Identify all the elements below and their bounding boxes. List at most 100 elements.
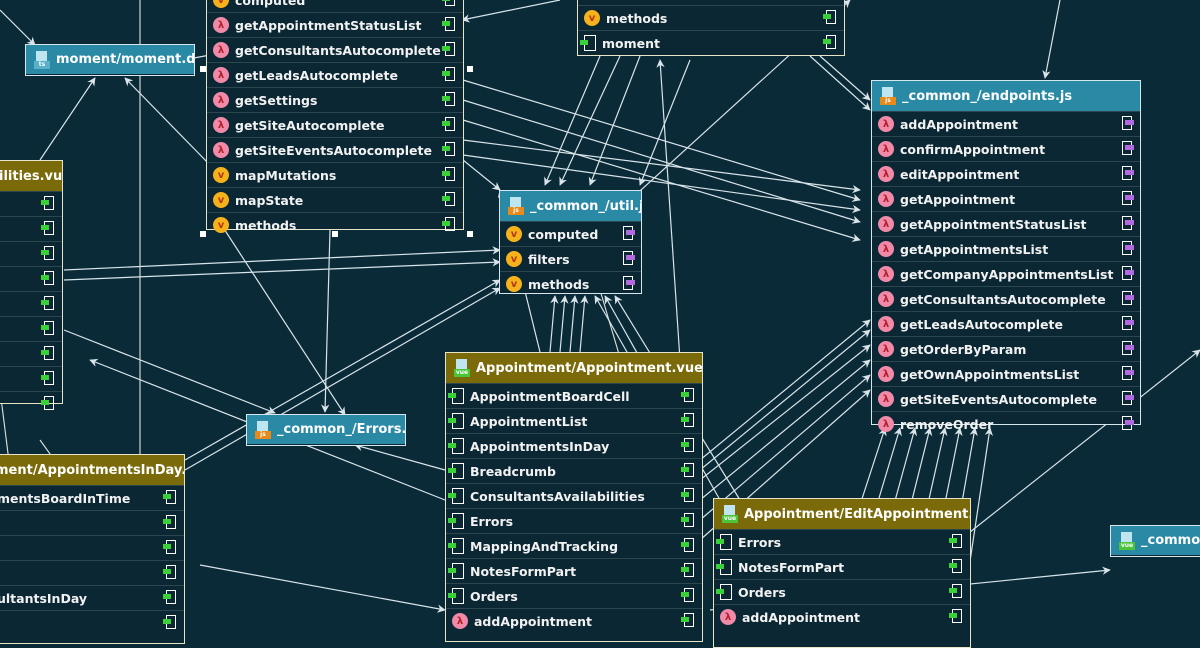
member-row[interactable]: moment	[578, 30, 844, 55]
export-icon[interactable]	[1122, 141, 1134, 155]
export-icon[interactable]	[1122, 191, 1134, 205]
member-row[interactable]	[0, 366, 62, 391]
member-row[interactable]: λ getAppointmentStatusList	[872, 211, 1140, 236]
member-row[interactable]: AppointmentBoardCell	[446, 383, 702, 408]
import-port-icon[interactable]	[681, 488, 694, 502]
member-row[interactable]: v methods	[500, 271, 641, 296]
import-port-icon[interactable]	[41, 296, 54, 310]
import-port-icon[interactable]	[41, 371, 54, 385]
import-port-icon[interactable]	[442, 42, 455, 56]
edit-appointment-node[interactable]: vue Appointment/EditAppointment.vue Erro…	[713, 498, 971, 648]
import-port-icon[interactable]	[163, 590, 176, 604]
export-icon[interactable]	[1122, 391, 1134, 405]
member-row[interactable]: v computed	[500, 221, 641, 246]
import-port-icon[interactable]	[949, 534, 962, 548]
import-port-icon[interactable]	[681, 588, 694, 602]
member-row[interactable]: Breadcrumb	[446, 458, 702, 483]
member-row[interactable]: λ getOwnAppointmentsList	[872, 361, 1140, 386]
import-port-icon[interactable]	[681, 613, 694, 627]
member-row[interactable]: λ getCompanyAppointmentsList	[872, 261, 1140, 286]
import-port-icon[interactable]	[681, 538, 694, 552]
import-port-icon[interactable]	[949, 609, 962, 623]
export-icon[interactable]	[1122, 416, 1134, 430]
util-node[interactable]: js _common_/util.js v computed v filters v me…	[499, 190, 642, 294]
member-row[interactable]: λ removeOrder	[872, 411, 1140, 436]
member-row[interactable]: λ editAppointment	[872, 161, 1140, 186]
member-row[interactable]: Orders	[446, 583, 702, 608]
import-port-icon[interactable]	[41, 396, 54, 410]
import-port-icon[interactable]	[681, 463, 694, 477]
member-row[interactable]: v computed	[207, 0, 463, 12]
mixins-node[interactable]: v computed λ getAppointmentStatusList λ getCo…	[206, 0, 464, 233]
export-icon[interactable]	[1122, 216, 1134, 230]
member-row[interactable]: Errors	[446, 508, 702, 533]
member-row[interactable]: v mapMutations	[207, 162, 463, 187]
member-row[interactable]: λ getLeadsAutocomplete	[872, 311, 1140, 336]
export-icon[interactable]	[623, 251, 635, 265]
import-port-icon[interactable]	[163, 615, 176, 629]
member-row[interactable]	[0, 241, 62, 266]
import-port-icon[interactable]	[823, 10, 836, 24]
member-row[interactable]: λ getAppointmentStatusList	[207, 12, 463, 37]
import-port-icon[interactable]	[41, 346, 54, 360]
import-port-icon[interactable]	[681, 438, 694, 452]
member-row[interactable]	[0, 266, 62, 291]
member-row[interactable]: λ getOrderByParam	[872, 336, 1140, 361]
import-port-icon[interactable]	[41, 271, 54, 285]
member-row[interactable]: AppointmentList	[446, 408, 702, 433]
member-row[interactable]: AppointmentsInDay	[446, 433, 702, 458]
member-row[interactable]	[0, 560, 184, 585]
import-port-icon[interactable]	[442, 17, 455, 31]
export-icon[interactable]	[1122, 341, 1134, 355]
export-icon[interactable]	[623, 276, 635, 290]
import-port-icon[interactable]	[163, 540, 176, 554]
member-row[interactable]: λ getSettings	[207, 87, 463, 112]
member-row[interactable]: v methods	[578, 5, 844, 30]
import-port-icon[interactable]	[41, 221, 54, 235]
member-row[interactable]: mentsBoardInTime	[0, 485, 184, 510]
appointment-node[interactable]: vue Appointment/Appointment.vue Appointm…	[445, 352, 703, 642]
export-icon[interactable]	[1122, 241, 1134, 255]
resize-handle[interactable]	[467, 66, 473, 72]
resize-handle[interactable]	[200, 231, 206, 237]
member-row[interactable]	[0, 191, 62, 216]
import-port-icon[interactable]	[163, 490, 176, 504]
export-icon[interactable]	[1122, 366, 1134, 380]
member-row[interactable]: λ getSiteAutocomplete	[207, 112, 463, 137]
top-center-node[interactable]: v methods moment	[577, 0, 845, 56]
member-row[interactable]: v mapState	[207, 187, 463, 212]
member-row[interactable]	[0, 510, 184, 535]
moment-node[interactable]: ts moment/moment.d.ts	[25, 44, 195, 76]
common-right-node[interactable]: vue _common_	[1110, 525, 1200, 557]
errors-node[interactable]: js _common_/Errors.js	[246, 414, 406, 446]
member-row[interactable]: NotesFormPart	[446, 558, 702, 583]
member-row[interactable]: v filters	[500, 246, 641, 271]
import-port-icon[interactable]	[949, 584, 962, 598]
availabilities-node[interactable]: ilities.vue	[0, 160, 63, 410]
member-row[interactable]	[0, 316, 62, 341]
member-row[interactable]	[0, 291, 62, 316]
import-port-icon[interactable]	[681, 413, 694, 427]
member-row[interactable]	[0, 535, 184, 560]
import-port-icon[interactable]	[163, 565, 176, 579]
resize-handle[interactable]	[332, 231, 338, 237]
member-row[interactable]: λ getSiteEventsAutocomplete	[872, 386, 1140, 411]
export-icon[interactable]	[1122, 166, 1134, 180]
import-port-icon[interactable]	[442, 142, 455, 156]
resize-handle[interactable]	[467, 231, 473, 237]
appointments-in-day-node[interactable]: ment/AppointmentsInDay.vue mentsBoardInT…	[0, 454, 185, 644]
member-row[interactable]: λ addAppointment	[446, 608, 702, 633]
member-row[interactable]: λ getConsultantsAutocomplete	[207, 37, 463, 62]
member-row[interactable]: Errors	[714, 529, 970, 554]
import-port-icon[interactable]	[823, 35, 836, 49]
export-icon[interactable]	[1122, 116, 1134, 130]
member-row[interactable]: λ getSiteEventsAutocomplete	[207, 137, 463, 162]
endpoints-node[interactable]: js _common_/endpoints.js λ addAppointment…	[871, 80, 1141, 432]
import-port-icon[interactable]	[681, 388, 694, 402]
member-row[interactable]	[0, 341, 62, 366]
member-row[interactable]: ConsultantsAvailabilities	[446, 483, 702, 508]
import-port-icon[interactable]	[681, 513, 694, 527]
import-port-icon[interactable]	[442, 0, 455, 6]
member-row[interactable]: λ getAppointmentsList	[872, 236, 1140, 261]
export-icon[interactable]	[623, 226, 635, 240]
